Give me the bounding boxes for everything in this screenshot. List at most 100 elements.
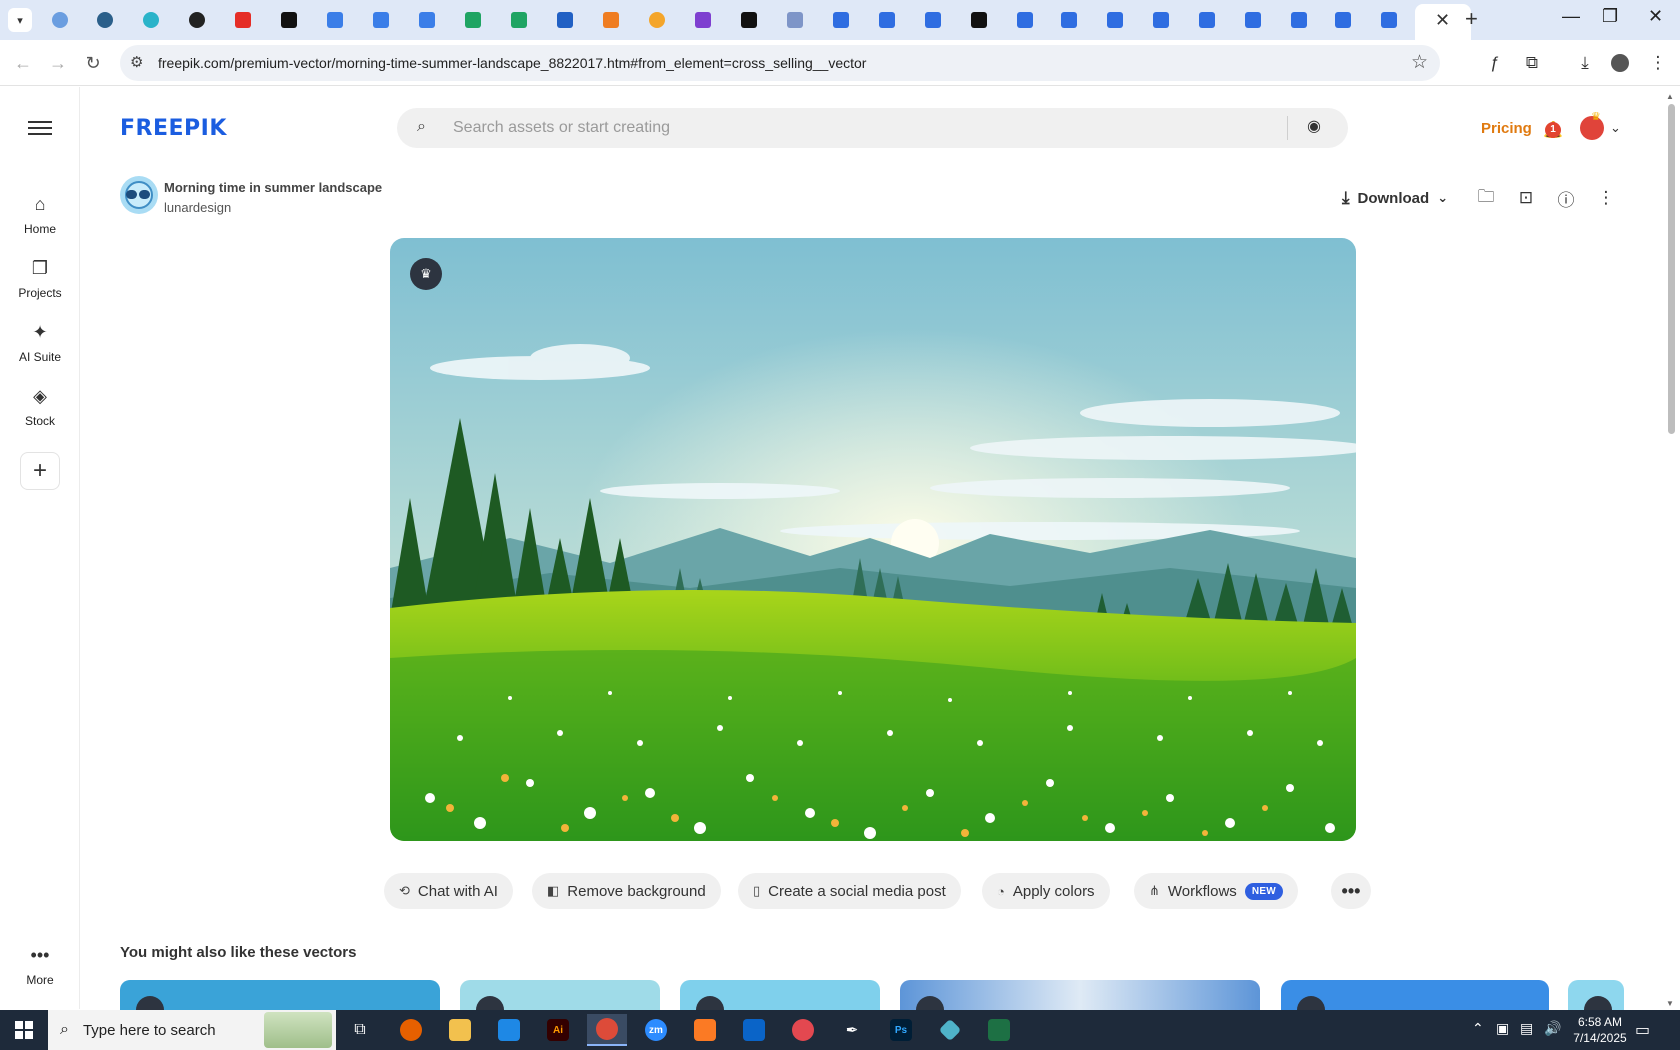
sidebar-item-home[interactable]: ⌂ Home [0, 194, 80, 236]
create-social-post-button[interactable]: ▯ Create a social media post [738, 873, 961, 909]
tab-favicon[interactable] [554, 9, 576, 31]
extension-font-icon[interactable]: ƒ [1483, 51, 1507, 75]
tab-favicon[interactable] [784, 9, 806, 31]
sidebar-item-more[interactable]: ••• More [0, 945, 80, 987]
tab-favicon[interactable] [830, 9, 852, 31]
asset-author-link[interactable]: lunardesign [164, 200, 231, 215]
remove-background-button[interactable]: ◧ Remove background [532, 873, 721, 909]
tab-favicon[interactable] [1196, 9, 1218, 31]
tab-favicon[interactable] [370, 9, 392, 31]
sidebar-item-projects[interactable]: ❐ Projects [0, 258, 80, 300]
tab-favicon[interactable] [922, 9, 944, 31]
related-thumbnail[interactable] [460, 980, 660, 1010]
chrome-icon[interactable] [587, 1014, 627, 1046]
tab-favicon[interactable] [692, 9, 714, 31]
file-explorer-icon[interactable] [440, 1014, 480, 1046]
tab-favicon[interactable] [1150, 9, 1172, 31]
tab-favicon[interactable] [1014, 9, 1036, 31]
firefox-icon[interactable] [391, 1014, 431, 1046]
asset-preview-image[interactable] [390, 238, 1356, 841]
extensions-puzzle-icon[interactable]: ⧉ [1520, 51, 1544, 75]
profile-icon[interactable] [1608, 51, 1632, 75]
add-icon[interactable]: + [20, 452, 60, 490]
menu-icon[interactable] [28, 117, 52, 139]
illustrator-icon[interactable]: Ai [538, 1014, 578, 1046]
forward-icon[interactable]: → [45, 50, 71, 76]
taskbar-search[interactable]: ⌕ Type here to search [48, 1010, 336, 1050]
sidebar-item-stock[interactable]: ◈ Stock [0, 386, 80, 428]
wifi-icon[interactable]: ▤ [1520, 1020, 1533, 1037]
tab-favicon[interactable] [646, 9, 668, 31]
close-tab-icon[interactable]: ✕ [1435, 10, 1450, 31]
pricing-link[interactable]: Pricing [1481, 120, 1532, 137]
notifications-button[interactable]: 🔔 1 [1543, 120, 1565, 142]
tab-favicon[interactable] [186, 9, 208, 31]
info-icon[interactable]: ⓘ [1554, 186, 1578, 210]
tab-favicon[interactable] [1332, 9, 1354, 31]
address-bar[interactable]: ⚙ freepik.com/premium-vector/morning-tim… [120, 45, 1440, 81]
edit-image-icon[interactable]: ⊡ [1514, 186, 1538, 210]
search-input[interactable] [453, 116, 1253, 140]
tab-favicon[interactable] [49, 9, 71, 31]
save-to-folder-icon[interactable]: 🗀 [1474, 186, 1498, 210]
tab-favicon[interactable] [94, 9, 116, 31]
more-options-icon[interactable]: ⋮ [1594, 186, 1618, 210]
task-view-icon[interactable]: ⧉ [340, 1014, 380, 1046]
zoom-icon[interactable]: zm [636, 1014, 676, 1046]
download-button[interactable]: ⤓ Download ⌄ [1342, 186, 1448, 210]
photoshop-icon[interactable]: Ps [881, 1014, 921, 1046]
tab-favicon[interactable] [462, 9, 484, 31]
related-thumbnail[interactable] [900, 980, 1260, 1010]
network-status-icon[interactable]: ▣ [1496, 1020, 1509, 1037]
app-diamond-icon[interactable] [930, 1014, 970, 1046]
vscode-icon[interactable] [489, 1014, 529, 1046]
related-thumbnail[interactable] [120, 980, 440, 1010]
tab-favicon[interactable] [600, 9, 622, 31]
volume-icon[interactable]: 🔊 [1544, 1020, 1561, 1037]
related-thumbnail[interactable] [1281, 980, 1549, 1010]
site-info-icon[interactable]: ⚙ [130, 53, 143, 71]
pen-tool-icon[interactable]: ✒ [832, 1014, 872, 1046]
tab-search-button[interactable]: ▾ [8, 8, 32, 32]
tab-favicon[interactable] [1104, 9, 1126, 31]
tab-favicon[interactable] [1242, 9, 1264, 31]
tab-favicon[interactable] [508, 9, 530, 31]
close-window-button[interactable]: ✕ [1648, 6, 1663, 27]
tab-favicon[interactable] [968, 9, 990, 31]
tab-favicon[interactable] [416, 9, 438, 31]
xampp-icon[interactable] [685, 1014, 725, 1046]
reload-icon[interactable]: ↻ [80, 50, 106, 76]
related-thumbnail[interactable] [1568, 980, 1624, 1010]
downloads-icon[interactable]: ⤓ [1573, 51, 1597, 75]
freepik-logo[interactable]: FREEPIK [120, 116, 227, 141]
active-tab[interactable]: ✕ [1415, 4, 1471, 40]
start-button[interactable] [0, 1010, 48, 1050]
page-scrollbar[interactable]: ▲ ▼ [1665, 92, 1678, 1008]
tab-favicon[interactable] [140, 9, 162, 31]
new-tab-button[interactable]: + [1465, 6, 1478, 32]
tab-favicon[interactable] [1288, 9, 1310, 31]
minimize-button[interactable]: — [1562, 6, 1580, 27]
author-avatar[interactable] [120, 176, 158, 214]
tab-favicon[interactable] [738, 9, 760, 31]
tab-favicon[interactable] [876, 9, 898, 31]
outlook-icon[interactable] [734, 1014, 774, 1046]
tab-favicon[interactable] [232, 9, 254, 31]
creative-cloud-icon[interactable] [783, 1014, 823, 1046]
workflows-button[interactable]: ⋔ Workflows NEW [1134, 873, 1299, 909]
related-thumbnail[interactable] [680, 980, 880, 1010]
excel-icon[interactable] [979, 1014, 1019, 1046]
system-clock[interactable]: 6:58 AM 7/14/2025 [1560, 1014, 1640, 1046]
chat-with-ai-button[interactable]: ⟲ Chat with AI [384, 873, 513, 909]
scrollbar-thumb[interactable] [1668, 104, 1675, 434]
notification-center-icon[interactable]: ▭ [1635, 1020, 1650, 1040]
show-hidden-icons-icon[interactable]: ⌃ [1472, 1020, 1484, 1037]
restore-button[interactable]: ❐ [1602, 6, 1618, 27]
user-avatar[interactable]: ♛ [1580, 111, 1604, 140]
chevron-down-icon[interactable]: ⌄ [1610, 120, 1621, 136]
scroll-down-icon[interactable]: ▼ [1666, 999, 1674, 1008]
browser-menu-icon[interactable]: ⋮ [1646, 51, 1670, 75]
scroll-up-icon[interactable]: ▲ [1666, 92, 1674, 101]
back-icon[interactable]: ← [10, 50, 36, 76]
more-tools-button[interactable]: ••• [1331, 873, 1371, 909]
